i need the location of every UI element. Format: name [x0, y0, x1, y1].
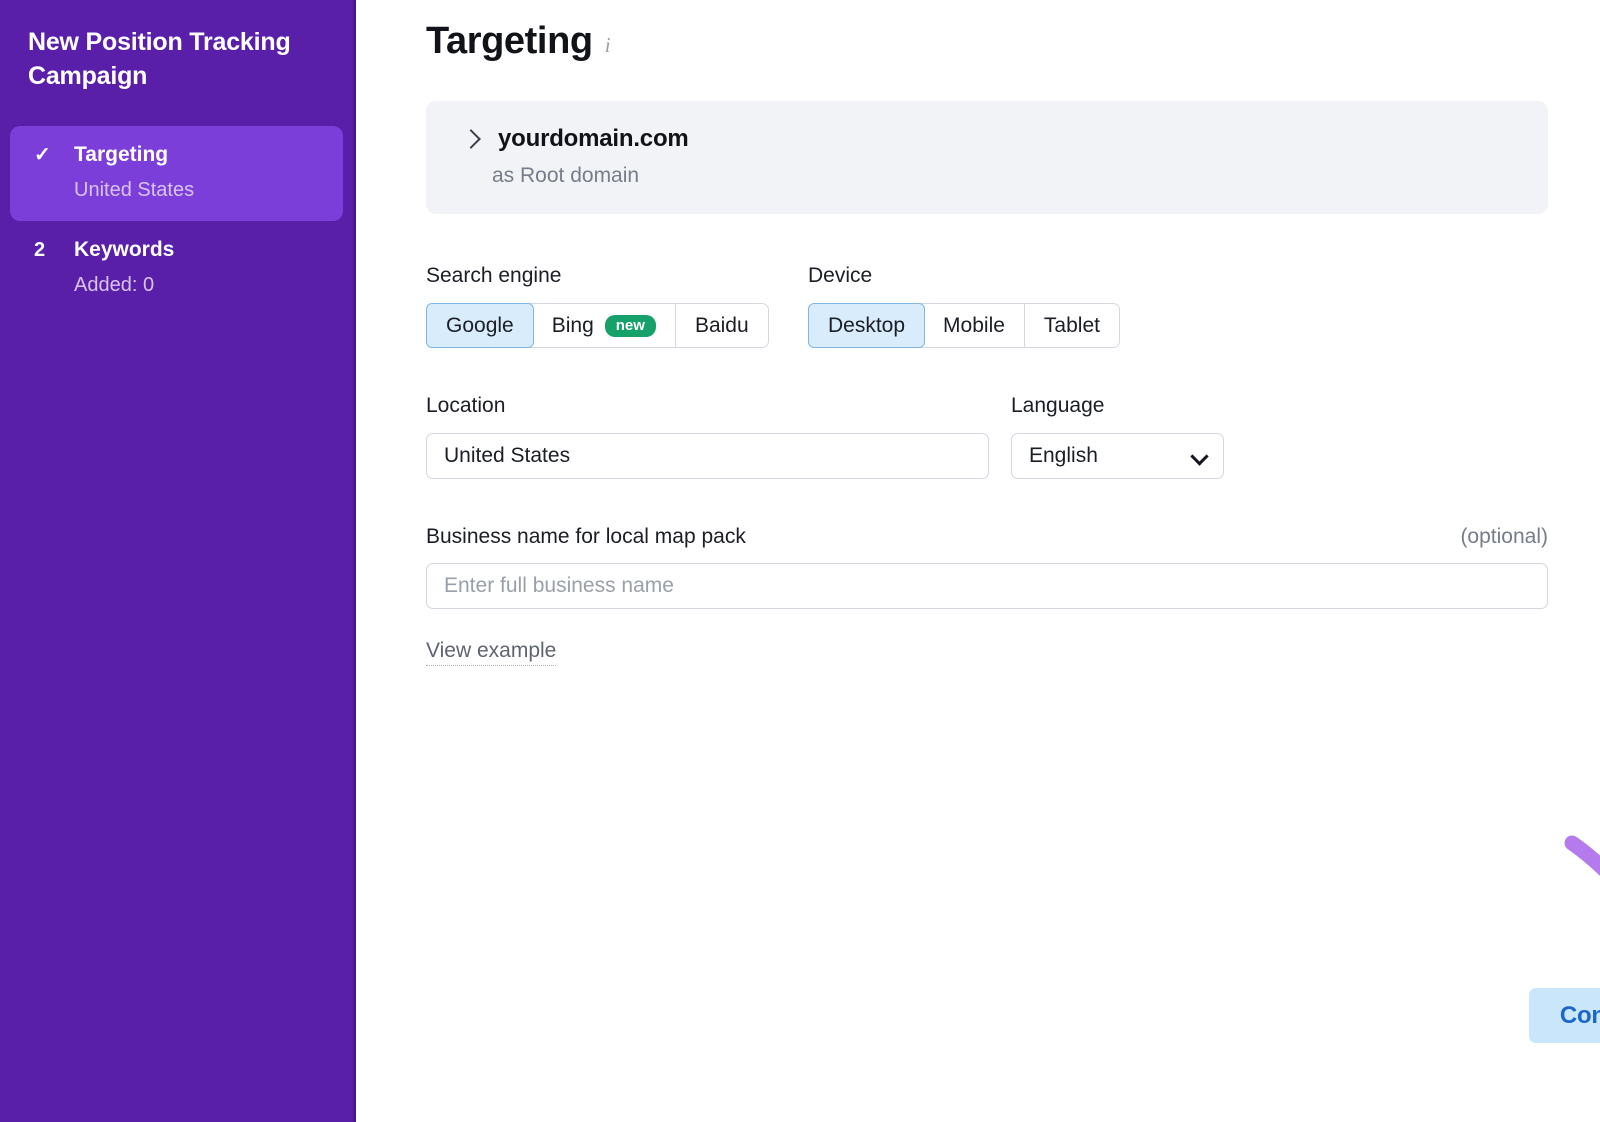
sidebar-item-sublabel: Added: 0: [74, 272, 325, 298]
continue-button-label: Continue To Keywords: [1560, 1002, 1600, 1030]
sidebar-item-label: Targeting: [74, 142, 325, 168]
segment-label: Mobile: [943, 314, 1005, 338]
sidebar-item-targeting[interactable]: ✓ Targeting United States: [10, 126, 343, 221]
location-label: Location: [426, 394, 1011, 418]
targeting-form: yourdomain.com as Root domain Search eng…: [426, 101, 1548, 666]
domain-scope: as Root domain: [426, 164, 1548, 188]
optional-note: (optional): [1460, 525, 1548, 549]
device-option-mobile[interactable]: Mobile: [924, 304, 1025, 347]
location-input[interactable]: [426, 433, 989, 479]
sidebar-item-sublabel: United States: [74, 177, 325, 203]
wizard-sidebar: New Position Tracking Campaign ✓ Targeti…: [0, 0, 356, 1122]
device-toggle-group[interactable]: Desktop Mobile Tablet: [808, 303, 1120, 348]
step-number-badge: 2: [28, 237, 74, 263]
device-field: Device Desktop Mobile Tablet: [808, 264, 1168, 348]
device-option-tablet[interactable]: Tablet: [1025, 304, 1119, 347]
search-engine-label: Search engine: [426, 264, 808, 288]
segment-label: Google: [446, 314, 514, 338]
segment-label: Tablet: [1044, 314, 1100, 338]
sidebar-item-keywords-body: Keywords Added: 0: [74, 237, 325, 298]
info-icon[interactable]: i: [605, 27, 611, 56]
business-name-input[interactable]: [426, 563, 1548, 609]
location-language-row: Location Language English: [426, 394, 1548, 479]
new-badge: new: [605, 315, 656, 337]
device-option-desktop[interactable]: Desktop: [808, 303, 925, 348]
segment-label: Bing: [552, 314, 594, 338]
device-label: Device: [808, 264, 1168, 288]
domain-panel: yourdomain.com as Root domain: [426, 101, 1548, 214]
search-engine-option-bing[interactable]: Bing new: [533, 304, 676, 347]
language-select[interactable]: English: [1011, 433, 1224, 479]
continue-to-keywords-button[interactable]: Continue To Keywords →: [1529, 988, 1600, 1043]
language-field: Language English: [1011, 394, 1311, 479]
search-engine-field: Search engine Google Bing new Baidu: [426, 264, 808, 348]
segment-label: Desktop: [828, 314, 905, 338]
position-tracking-wizard: New Position Tracking Campaign ✓ Targeti…: [0, 0, 1600, 1122]
language-label: Language: [1011, 394, 1311, 418]
domain-row: yourdomain.com: [426, 125, 1548, 153]
curved-arrow-annotation: [1546, 825, 1600, 1010]
wizard-steps: ✓ Targeting United States 2 Keywords Add…: [10, 126, 343, 316]
sidebar-item-targeting-body: Targeting United States: [74, 142, 325, 203]
language-selected-value: English: [1029, 444, 1098, 468]
sidebar-item-keywords[interactable]: 2 Keywords Added: 0: [10, 221, 343, 316]
domain-name: yourdomain.com: [498, 125, 689, 153]
segment-label: Baidu: [695, 314, 749, 338]
campaign-title: New Position Tracking Campaign: [10, 26, 343, 94]
view-example-link[interactable]: View example: [426, 639, 556, 666]
search-engine-option-baidu[interactable]: Baidu: [676, 304, 768, 347]
location-field: Location: [426, 394, 1011, 479]
chevron-right-icon[interactable]: [461, 129, 481, 149]
search-engine-option-google[interactable]: Google: [426, 303, 534, 348]
sidebar-item-label: Keywords: [74, 237, 325, 263]
search-engine-toggle-group[interactable]: Google Bing new Baidu: [426, 303, 769, 348]
business-name-header: Business name for local map pack (option…: [426, 525, 1548, 549]
language-select-wrapper: English: [1011, 433, 1224, 479]
page-title: Targeting: [426, 20, 593, 63]
engine-device-row: Search engine Google Bing new Baidu: [426, 264, 1548, 348]
check-icon: ✓: [28, 142, 74, 168]
business-name-label: Business name for local map pack: [426, 525, 746, 549]
page-header: Targeting i: [426, 20, 1600, 63]
main-content: Targeting i yourdomain.com as Root domai…: [356, 0, 1600, 1122]
